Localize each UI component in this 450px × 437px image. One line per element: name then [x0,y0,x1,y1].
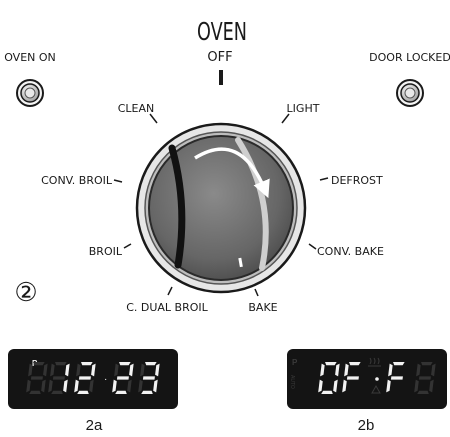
knob-setting-conv-broil: CONV. BROIL [41,174,123,187]
segment-g [78,376,91,380]
caption-2b: 2b [358,417,375,434]
caption-2a: 2a [86,417,103,434]
segment-d [141,390,153,394]
segment-g [390,376,403,380]
off-indicator-mark [219,70,223,85]
svg-text:BROIL: BROIL [89,245,123,258]
figure-number: ② [14,277,37,307]
segment-a [33,362,45,366]
knob-setting-light: LIGHT [281,102,320,124]
svg-text:LIGHT: LIGHT [287,102,320,115]
segment-a [81,362,93,366]
svg-text:CLEAN: CLEAN [118,102,155,115]
off-label: OFF [207,50,232,65]
segment-d [51,390,63,394]
display-2b: P AUTO [287,349,447,409]
segment-g [116,376,129,380]
svg-text:DEFROST: DEFROST [331,174,383,187]
knob-setting-broil: BROIL [89,243,132,258]
display-2b-auto-label: AUTO [289,375,295,389]
svg-text:BAKE: BAKE [248,301,277,314]
knob-setting-conv-bake: CONV. BAKE [308,243,384,258]
knob-setting-bake: BAKE [248,288,278,314]
display-2b-indicator: P [292,358,298,367]
oven-on-light [16,79,44,107]
door-locked-label: DOOR LOCKED [369,51,450,64]
segment-g [30,376,43,380]
knob-setting-c-dual-broil: C. DUAL BROIL [126,286,209,314]
door-locked-light [396,79,424,107]
segment-a [421,362,433,366]
svg-text:C. DUAL BROIL: C. DUAL BROIL [126,301,208,314]
segment-a [55,362,67,366]
oven-selector-knob[interactable] [135,122,307,294]
segment-d [115,390,127,394]
segment-d [321,390,333,394]
knob-setting-clean: CLEAN [118,102,158,124]
knob-setting-defrost: DEFROST [319,174,383,187]
segment-a [325,362,337,366]
segment-d [77,390,89,394]
oven-title: OVEN [197,17,247,46]
segment-a [393,362,405,366]
display-2b-colon [375,377,379,381]
oven-control-diagram: OVEN OFF OVEN ON DOOR LOCKED CLEAN LIGHT… [4,17,450,434]
segment-g [52,376,65,380]
svg-text:CONV. BAKE: CONV. BAKE [317,245,384,258]
segment-d [417,390,429,394]
segment-d [29,390,41,394]
segment-g [142,376,155,380]
segment-g [418,376,431,380]
segment-g [346,376,359,380]
display-2a: P · [8,349,178,409]
segment-a [349,362,361,366]
segment-a [145,362,157,366]
display-2a-colon-top: · [104,374,107,385]
oven-on-label: OVEN ON [4,51,56,64]
segment-a [119,362,131,366]
svg-text:CONV. BROIL: CONV. BROIL [41,174,113,187]
